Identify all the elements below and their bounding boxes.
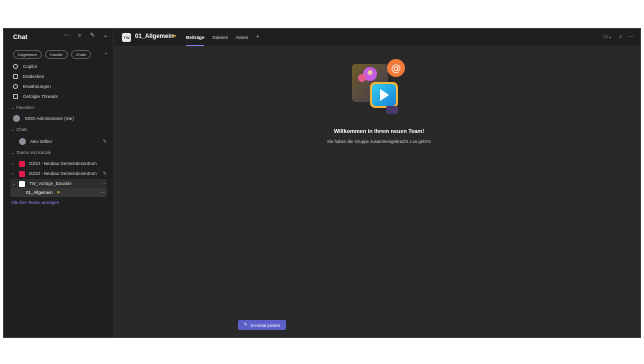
chevron-down-icon: ⌄ [11,150,15,155]
chevron-right-icon[interactable]: › [12,171,15,176]
avatar [13,114,20,122]
section-favorites[interactable]: ⌄ Favoriten [11,105,34,110]
post-in-channel-button[interactable]: ✎ In Kanal posten [238,320,286,330]
nav-item-label: Entdecken [23,73,45,79]
post-button-label: In Kanal posten [250,322,281,328]
nav-item-mentions[interactable]: Erwähnungen [13,82,51,90]
tab-posts[interactable]: Beiträge [186,35,205,46]
all-teams-link[interactable]: Alle Ihre Teams anzeigen [11,200,59,205]
search-icon[interactable]: ⌕ [619,34,622,40]
nav-item-label: Copilot [23,63,38,69]
compose-icon: ✎ [243,322,248,327]
welcome-title: Willkommen in Ihrem neuen Team! [333,129,425,135]
svg-text:@: @ [391,64,401,75]
avatar [19,138,26,145]
channel-label: 01_Allgemein [26,190,53,195]
teams-window: Chat ⋯ ⌕ ✎ ⌄ Ungelesen Kanäle Chats ⌄ Co… [3,28,641,338]
sidebar-title: Chat [13,34,28,41]
tab-notes[interactable]: Notes [236,35,248,43]
chevron-down-icon: ⌄ [11,127,15,132]
section-chats[interactable]: ⌄ Chats [11,127,27,132]
nav-item-copilot[interactable]: Copilot [13,62,37,70]
chevron-right-icon[interactable]: › [12,161,15,166]
more-options-icon[interactable]: ⋯ [629,34,634,40]
mention-icon [13,83,18,89]
search-icon[interactable]: ⌕ [76,33,83,40]
discover-icon [13,73,18,79]
favorite-label: MOD Administrator (Sie) [25,115,74,121]
filter-channels[interactable]: Kanäle [45,50,68,59]
welcome-subtitle: Sie haben die Gruppe zusammengebracht. L… [327,139,431,144]
section-label: Teams und Kanäle [16,150,52,155]
favorite-item[interactable]: MOD Administrator (Sie) [13,114,74,122]
nav-item-label: Gefolgte Threads [23,93,58,99]
team-label: GZ24 - Neubau Gemeindezentrum [29,161,97,166]
chevron-down-icon[interactable]: ⌄ [12,181,15,186]
nav-item-discover[interactable]: Entdecken [13,72,44,80]
threads-icon [13,93,18,99]
filter-chips: Ungelesen Kanäle Chats [13,50,92,59]
channel-tabs: Beiträge Dateien Notes + [186,34,259,46]
chat-item-label: Alex Wilber [30,139,53,144]
team-avatar: TW [122,33,131,42]
copilot-icon [13,63,18,69]
section-label: Chats [16,127,28,132]
section-label: Favoriten [16,105,34,110]
channel-header: TW 01_Allgemein ⚑ Beiträge Dateien Notes… [114,29,640,47]
tab-files[interactable]: Dateien [212,35,228,43]
meet-icon[interactable]: ▭⌄ [603,34,612,40]
chat-sidebar: Chat ⋯ ⌕ ✎ ⌄ Ungelesen Kanäle Chats ⌄ Co… [4,29,114,337]
team-label: TW_Vorlage_Bauakte [29,181,72,186]
more-options-icon[interactable]: ⋯ [100,190,107,196]
section-teams[interactable]: ⌄ Teams und Kanäle [11,150,51,155]
draft-icon: ✎ [102,138,107,145]
team-label: GZ23 - Neubau Gemeindezentrum [29,171,97,176]
pin-icon: ⚑ [56,190,61,195]
channel-flag-icon: ⚑ [172,34,177,40]
more-options-icon[interactable]: ⋯ [63,33,70,40]
channel-view: TW 01_Allgemein ⚑ Beiträge Dateien Notes… [114,29,640,337]
more-options-icon[interactable]: ⋯ [102,181,107,187]
team-item-gz23[interactable]: › GZ23 - Neubau Gemeindezentrum ✎ [10,169,107,178]
new-chat-icon[interactable]: ✎ [89,33,96,40]
header-toolbar: ▭⌄ ⌕ ⋯ [603,34,634,40]
team-item-gz24[interactable]: › GZ24 - Neubau Gemeindezentrum [10,159,107,168]
sidebar-toolbar: ⋯ ⌕ ✎ ⌄ [63,33,109,40]
filter-chats[interactable]: Chats [70,50,92,59]
welcome-illustration: @ [352,59,405,114]
filter-chevron-icon[interactable]: ⌄ [104,50,108,56]
channel-item-01-allgemein[interactable]: 01_Allgemein ⚑ ⋯ [10,188,107,197]
chevron-down-icon: ⌄ [11,105,15,110]
chat-item-alex-wilber[interactable]: Alex Wilber ✎ [10,137,107,146]
team-icon [19,180,25,187]
nav-item-followed-threads[interactable]: Gefolgte Threads [13,92,58,100]
team-item-tw-vorlage[interactable]: ⌄ TW_Vorlage_Bauakte ⋯ [10,179,107,188]
add-tab-icon[interactable]: + [256,34,259,43]
filter-unread[interactable]: Ungelesen [13,50,43,59]
chevron-down-icon[interactable]: ⌄ [102,33,109,40]
team-icon [19,160,25,167]
team-icon [19,170,25,177]
nav-item-label: Erwähnungen [23,83,51,89]
draft-icon: ✎ [102,170,107,177]
channel-title: 01_Allgemein [135,34,174,40]
